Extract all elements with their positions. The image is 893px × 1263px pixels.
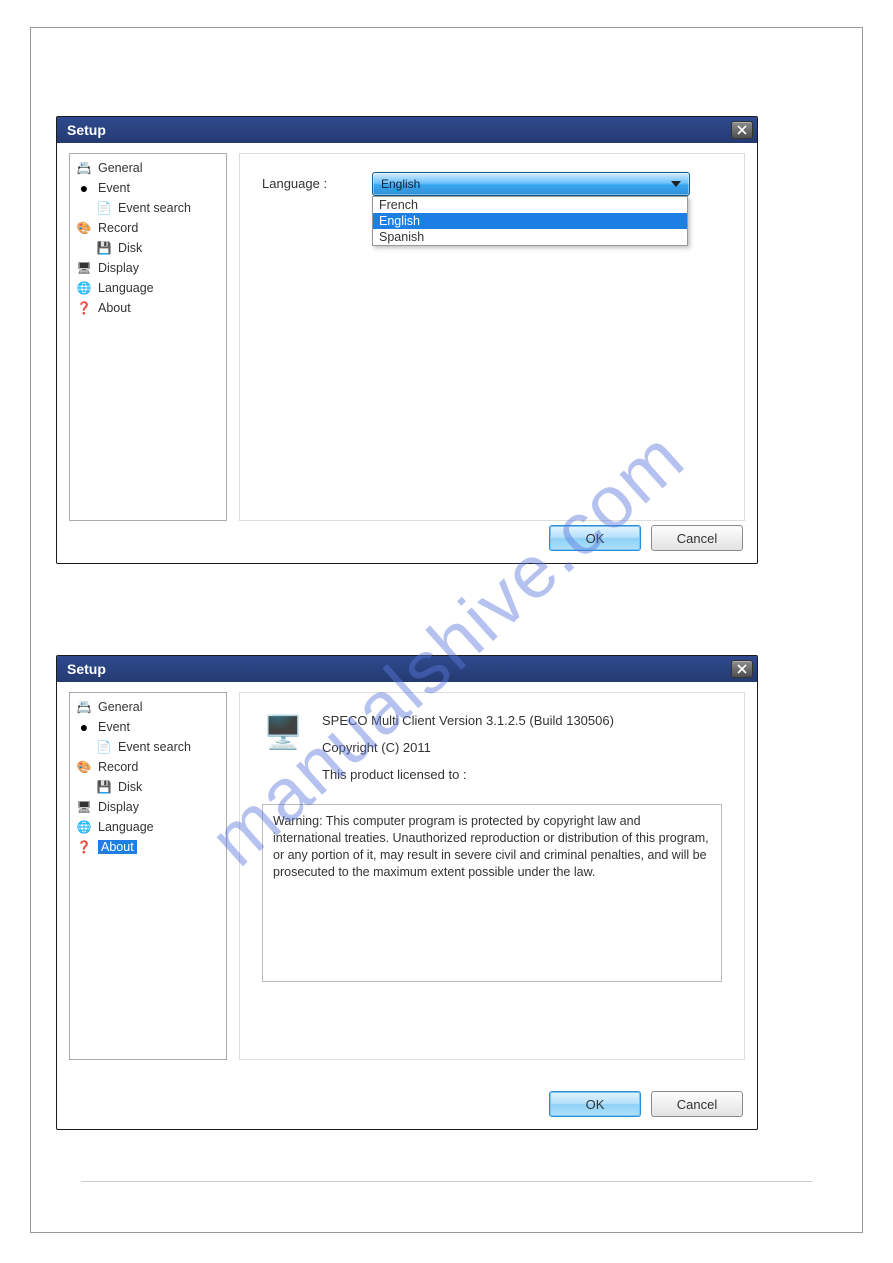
display-icon	[76, 260, 92, 276]
language-option-english[interactable]: English	[373, 213, 687, 229]
about-copyright-text: Copyright (C) 2011	[322, 740, 614, 755]
language-option-french[interactable]: French	[373, 197, 687, 213]
tree-item-display[interactable]: Display	[74, 797, 222, 817]
about-icon	[76, 300, 92, 316]
record-icon	[76, 220, 92, 236]
tree-item-general[interactable]: General	[74, 697, 222, 717]
about-icon	[76, 839, 92, 855]
about-version-text: SPECO Multi Client Version 3.1.2.5 (Buil…	[322, 713, 614, 728]
language-option-spanish[interactable]: Spanish	[373, 229, 687, 245]
setup-dialog-language: Setup General Event Event search Record …	[56, 116, 758, 564]
tree-item-event-search[interactable]: Event search	[74, 198, 222, 218]
tree-item-about[interactable]: About	[74, 298, 222, 318]
tree-item-event[interactable]: Event	[74, 717, 222, 737]
general-icon	[76, 160, 92, 176]
chevron-down-icon	[671, 181, 681, 187]
tree-item-display[interactable]: Display	[74, 258, 222, 278]
language-icon	[76, 819, 92, 835]
event-icon	[76, 180, 92, 196]
tree-item-about[interactable]: About	[74, 837, 222, 857]
language-dropdown-list: French English Spanish	[372, 196, 688, 246]
disk-icon	[96, 779, 112, 795]
tree-item-record[interactable]: Record	[74, 218, 222, 238]
tree-item-language[interactable]: Language	[74, 817, 222, 837]
content-panel: 🖥️ SPECO Multi Client Version 3.1.2.5 (B…	[239, 692, 745, 1060]
language-combobox[interactable]: English	[372, 172, 690, 196]
tree-item-record[interactable]: Record	[74, 757, 222, 777]
computer-icon: 🖥️	[262, 711, 304, 753]
record-icon	[76, 759, 92, 775]
tree-item-general[interactable]: General	[74, 158, 222, 178]
tree-item-disk[interactable]: Disk	[74, 238, 222, 258]
close-button[interactable]	[731, 121, 753, 139]
about-warning-box: Warning: This computer program is protec…	[262, 804, 722, 982]
tree-item-event-search[interactable]: Event search	[74, 737, 222, 757]
event-icon	[76, 719, 92, 735]
cancel-button[interactable]: Cancel	[651, 1091, 743, 1117]
settings-tree: General Event Event search Record Disk D…	[69, 153, 227, 521]
language-selected-value: English	[381, 177, 420, 191]
close-button[interactable]	[731, 660, 753, 678]
language-icon	[76, 280, 92, 296]
tree-item-event[interactable]: Event	[74, 178, 222, 198]
dialog-title: Setup	[67, 661, 106, 677]
display-icon	[76, 799, 92, 815]
page-divider	[81, 1181, 812, 1182]
disk-icon	[96, 240, 112, 256]
tree-item-disk[interactable]: Disk	[74, 777, 222, 797]
titlebar: Setup	[57, 117, 757, 143]
about-licensed-text: This product licensed to :	[322, 767, 614, 782]
ok-button[interactable]: OK	[549, 525, 641, 551]
setup-dialog-about: Setup General Event Event search Record …	[56, 655, 758, 1130]
tree-item-language[interactable]: Language	[74, 278, 222, 298]
close-icon	[737, 125, 747, 135]
cancel-button[interactable]: Cancel	[651, 525, 743, 551]
ok-button[interactable]: OK	[549, 1091, 641, 1117]
titlebar: Setup	[57, 656, 757, 682]
general-icon	[76, 699, 92, 715]
event-search-icon	[96, 200, 112, 216]
language-label: Language :	[262, 172, 342, 191]
event-search-icon	[96, 739, 112, 755]
dialog-title: Setup	[67, 122, 106, 138]
close-icon	[737, 664, 747, 674]
content-panel: Language : English French English Spanis…	[239, 153, 745, 521]
settings-tree: General Event Event search Record Disk D…	[69, 692, 227, 1060]
